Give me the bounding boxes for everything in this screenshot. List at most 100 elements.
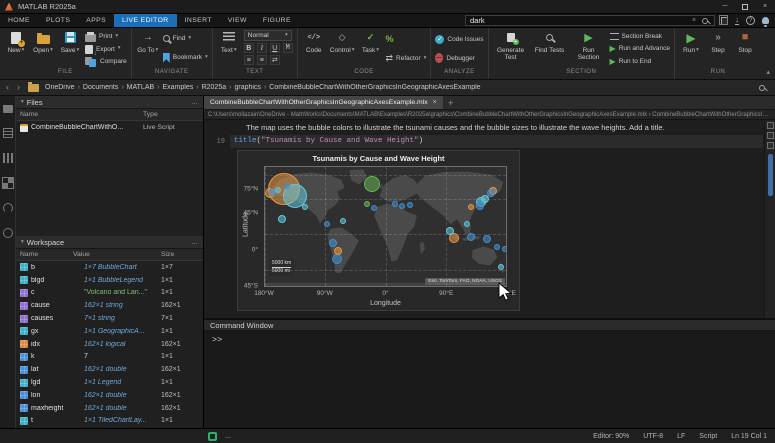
workspace-row[interactable]: gx1×1 GeographicA...1×1	[16, 325, 203, 338]
code-line[interactable]: 19 title("Tsunamis by Cause and Wave Hei…	[204, 135, 763, 148]
notifications-icon[interactable]	[762, 17, 769, 24]
panel-menu-icon[interactable]: …	[191, 239, 198, 246]
export-button[interactable]: Export▾	[85, 45, 127, 54]
run-section-button[interactable]: ▶ Run Section	[571, 29, 607, 69]
numbered-list-button[interactable]: ≡	[257, 55, 267, 65]
profiler-rail-icon[interactable]	[3, 203, 13, 213]
goto-button[interactable]: → Go To▾	[136, 29, 160, 69]
find-button[interactable]: Find▾	[163, 35, 208, 42]
breadcrumb-item[interactable]: CombineBubbleChartWithOtherGraphicsInGeo…	[269, 84, 480, 91]
workspace-row[interactable]: blgd1×1 BubbleLegend1×1	[16, 274, 203, 287]
monospace-button[interactable]: M	[283, 43, 293, 53]
maximize-button[interactable]	[735, 0, 755, 13]
column-value[interactable]: Value	[73, 251, 161, 258]
run-and-advance-button[interactable]: ▶ Run and Advance	[610, 45, 670, 53]
bold-button[interactable]: B	[244, 43, 254, 53]
ribbon-tab-live-editor[interactable]: LIVE EDITOR	[114, 14, 177, 27]
text-style-dropdown[interactable]: Normal▾	[244, 30, 292, 41]
close-button[interactable]: ×	[755, 0, 775, 13]
run-button[interactable]: ▶ Run▾	[679, 29, 703, 69]
collapse-toolstrip-icon[interactable]: ▴	[761, 68, 775, 79]
workspace-rail-icon[interactable]	[3, 178, 13, 188]
breadcrumb-item[interactable]: MATLAB	[127, 84, 155, 91]
code-issues-button[interactable]: Code Issues	[435, 35, 483, 44]
workspace-row[interactable]: maxheight162×1 double162×1	[16, 402, 203, 415]
download-icon[interactable]: ↓	[735, 16, 739, 25]
files-panel-header[interactable]: ▾ Files …	[16, 96, 203, 109]
breadcrumb-item[interactable]: R2025a	[202, 84, 227, 91]
workspace-row[interactable]: b1×7 BubbleChart1×7	[16, 261, 203, 274]
map-plot[interactable]: 5000 km 5000 mi Esri, TomTom, FAO, NOAA,…	[264, 166, 507, 287]
scrollbar-thumb[interactable]	[768, 154, 773, 196]
file-row[interactable]: CombineBubbleChartWithO...Live Script	[16, 121, 203, 134]
column-name[interactable]: Name	[20, 111, 143, 118]
ribbon-tab-figure[interactable]: FIGURE	[255, 14, 299, 27]
command-window[interactable]: >>	[204, 331, 775, 428]
history-rail-icon[interactable]	[3, 228, 13, 238]
text-button[interactable]: Text▾	[217, 29, 241, 69]
run-to-end-button[interactable]: ▶ Run to End	[610, 58, 670, 66]
task-button[interactable]: ✓ Task▾	[359, 29, 383, 69]
search-clear-icon[interactable]: ×	[688, 17, 700, 24]
workspace-row[interactable]: lon162×1 double162×1	[16, 389, 203, 402]
status-zoom[interactable]: Editor: 90%	[593, 433, 629, 440]
workspace-row[interactable]: cause162×1 string162×1	[16, 299, 203, 312]
breadcrumb-item[interactable]: Examples	[163, 84, 194, 91]
italic-button[interactable]: I	[257, 43, 267, 53]
copy-icon[interactable]	[721, 17, 728, 25]
files-rail-icon[interactable]	[3, 105, 13, 113]
documentation-search[interactable]: ×	[465, 15, 715, 26]
ribbon-tab-apps[interactable]: APPS	[78, 14, 114, 27]
workspace-panel-header[interactable]: ▾ Workspace …	[16, 236, 203, 249]
debugger-button[interactable]: Debugger	[435, 53, 483, 63]
underline-button[interactable]: U	[270, 43, 280, 53]
open-button[interactable]: Open▾	[31, 29, 55, 69]
find-tests-button[interactable]: Find Tests	[532, 29, 568, 69]
new-button[interactable]: New▾	[4, 29, 28, 69]
collapse-all-icon[interactable]	[767, 132, 774, 139]
workspace-row[interactable]: idx162×1 logical162×1	[16, 338, 203, 351]
figure-output[interactable]: Tsunamis by Cause and Wave Height Latitu…	[237, 150, 520, 311]
save-button[interactable]: Save▾	[58, 29, 82, 69]
breadcrumb-item[interactable]: Documents	[83, 84, 118, 91]
help-icon[interactable]: ?	[746, 16, 755, 25]
generate-test-button[interactable]: Generate Test	[493, 29, 529, 69]
status-filetype[interactable]: Script	[699, 433, 717, 440]
breadcrumb-item[interactable]: OneDrive	[45, 84, 75, 91]
workspace-row[interactable]: lgd1×1 Legend1×1	[16, 376, 203, 389]
workspace-row[interactable]: c"Volcano and Lan..."1×1	[16, 287, 203, 300]
editor-content[interactable]: The map uses the bubble colors to illust…	[204, 120, 775, 318]
search-input[interactable]	[466, 16, 688, 25]
status-more[interactable]: ...	[225, 433, 231, 440]
breadcrumb-item[interactable]: graphics	[234, 84, 260, 91]
control-button[interactable]: ◇ Control▾	[329, 29, 356, 69]
ribbon-tab-home[interactable]: HOME	[0, 14, 38, 27]
workspace-row[interactable]: causes7×1 string7×1	[16, 312, 203, 325]
print-button[interactable]: Print▾	[85, 32, 127, 42]
minimize-button[interactable]: ─	[715, 0, 735, 13]
outline-rail-icon[interactable]	[3, 128, 13, 138]
ribbon-tab-insert[interactable]: INSERT	[177, 14, 220, 27]
editor-tab[interactable]: CombineBubbleChartWithOtherGraphicsInGeo…	[204, 96, 443, 109]
ribbon-tab-view[interactable]: VIEW	[220, 14, 255, 27]
forward-icon[interactable]: ›	[15, 83, 22, 92]
command-window-header[interactable]: Command Window	[204, 318, 775, 331]
status-encoding[interactable]: UTF-8	[643, 433, 663, 440]
workspace-row[interactable]: t1×1 TiledChartLay...1×1	[16, 415, 203, 428]
new-tab-button[interactable]: +	[443, 96, 459, 109]
refactor-button[interactable]: ⇄ Refactor▾	[386, 54, 427, 63]
close-tab-icon[interactable]: ×	[433, 99, 437, 106]
current-folder-icon[interactable]	[28, 84, 39, 92]
workspace-row[interactable]: k71×1	[16, 351, 203, 364]
hyperlink-button[interactable]: ⇄	[270, 55, 280, 65]
status-position[interactable]: Ln 19 Col 1	[731, 433, 767, 440]
back-icon[interactable]: ‹	[4, 83, 11, 92]
column-name[interactable]: Name	[20, 251, 73, 258]
expand-all-icon[interactable]	[767, 122, 774, 129]
status-eol[interactable]: LF	[677, 433, 685, 440]
stop-button[interactable]: ■ Stop	[733, 29, 757, 69]
bulleted-list-button[interactable]: ≡	[244, 55, 254, 65]
ribbon-tab-plots[interactable]: PLOTS	[38, 14, 78, 27]
outline-icon[interactable]	[767, 142, 774, 149]
comment-button[interactable]: %	[386, 35, 427, 44]
